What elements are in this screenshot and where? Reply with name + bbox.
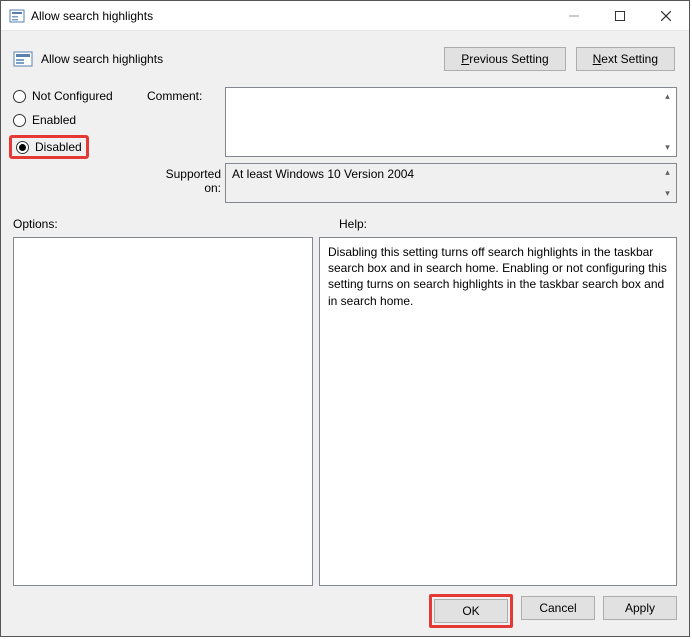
radio-label: Enabled [32,113,76,127]
policy-editor-window: Allow search highlights Allow search hig… [0,0,690,637]
supported-on-label: Supported on: [147,157,221,195]
supported-on-field: At least Windows 10 Version 2004 ▴▾ [225,163,677,203]
comment-field[interactable]: ▴▾ [225,87,677,157]
maximize-button[interactable] [597,1,643,31]
radio-icon [13,90,26,103]
scrollbar[interactable]: ▴▾ [659,164,676,202]
radio-icon [16,141,29,154]
window-title: Allow search highlights [31,9,153,23]
supported-on-value: At least Windows 10 Version 2004 [232,167,414,181]
radio-disabled[interactable]: Disabled [9,135,89,159]
comment-label: Comment: [147,87,221,103]
cancel-button[interactable]: Cancel [521,596,595,620]
radio-enabled[interactable]: Enabled [13,113,143,127]
previous-setting-button[interactable]: Previous Setting [444,47,565,71]
scroll-up-icon: ▴ [659,164,676,181]
titlebar: Allow search highlights [1,1,689,31]
options-pane [13,237,313,586]
policy-title: Allow search highlights [41,52,163,66]
scrollbar[interactable]: ▴▾ [659,88,676,156]
policy-app-icon [9,8,25,24]
radio-not-configured[interactable]: Not Configured [13,89,143,103]
scroll-up-icon: ▴ [659,88,676,105]
scroll-down-icon: ▾ [659,139,676,156]
ok-button[interactable]: OK [434,599,508,623]
ok-highlight: OK [429,594,513,628]
help-text: Disabling this setting turns off search … [328,245,667,308]
radio-label: Not Configured [32,89,113,103]
radio-icon [13,114,26,127]
options-label: Options: [13,217,339,231]
help-pane: Disabling this setting turns off search … [319,237,677,586]
apply-button[interactable]: Apply [603,596,677,620]
close-button[interactable] [643,1,689,31]
scroll-down-icon: ▾ [659,185,676,202]
radio-label: Disabled [35,140,82,154]
help-label: Help: [339,217,367,231]
minimize-button[interactable] [551,1,597,31]
policy-icon [13,49,33,69]
next-setting-button[interactable]: Next Setting [576,47,675,71]
